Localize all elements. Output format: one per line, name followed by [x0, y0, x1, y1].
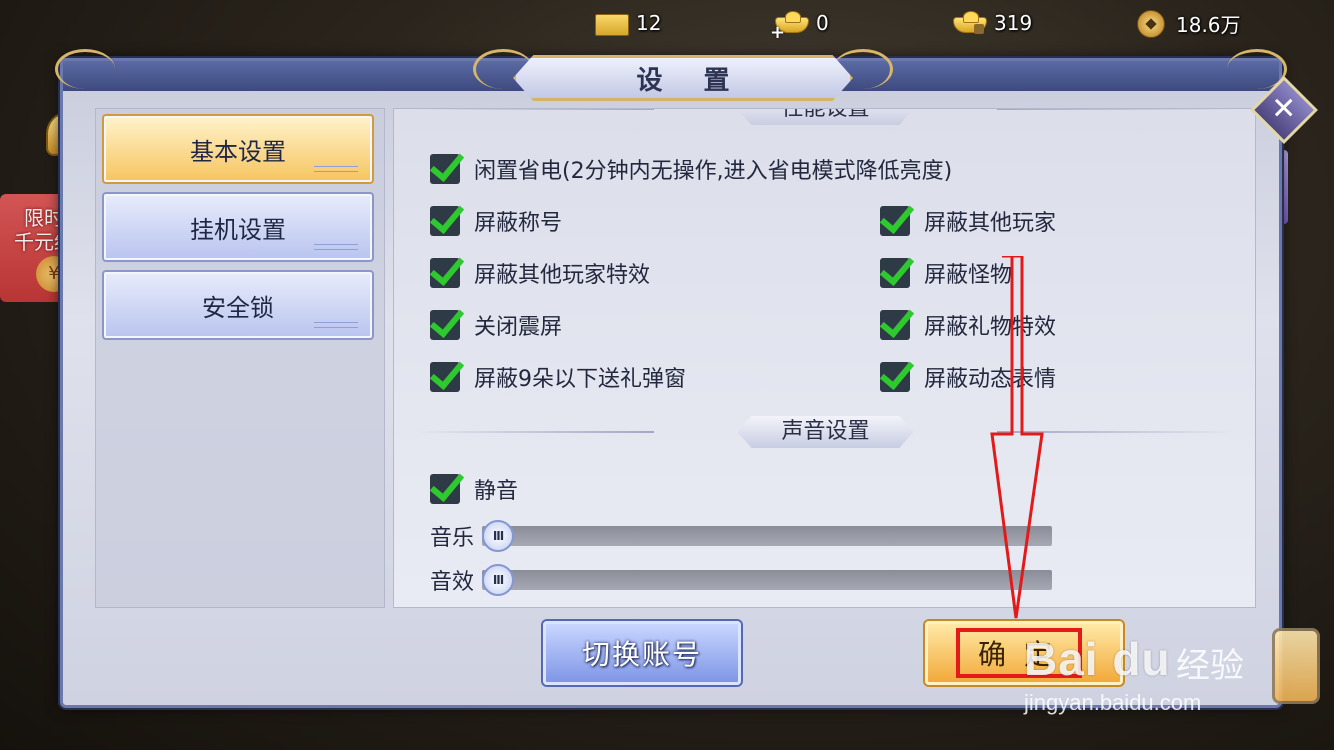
tab-label: 基本设置: [190, 137, 286, 166]
watermark-url: jingyan.baidu.com: [1024, 690, 1202, 715]
coin-count: 18.6万: [1176, 12, 1241, 37]
option-hide-small-gift-popups[interactable]: 屏蔽9朵以下送礼弹窗: [430, 359, 686, 395]
tab-label: 挂机设置: [190, 215, 286, 244]
checkbox-checked[interactable]: [880, 206, 910, 236]
checkbox-checked[interactable]: [880, 362, 910, 392]
tab-basic-settings[interactable]: 基本设置: [102, 114, 374, 184]
option-label: 屏蔽其他玩家: [924, 211, 1057, 236]
performance-section-header: 性能设置: [394, 109, 1255, 125]
sound-header: 声音设置: [737, 416, 914, 448]
option-label: 关闭震屏: [474, 315, 563, 340]
title-plate: 设 置: [513, 55, 853, 101]
coin-currency[interactable]: 18.6万: [1132, 6, 1241, 40]
effects-label: 音效: [430, 570, 475, 595]
effects-slider-row: 音效 III: [430, 564, 1053, 596]
tab-label: 安全锁: [202, 293, 274, 322]
option-mute[interactable]: 静音: [430, 471, 518, 507]
ornament-left: [55, 49, 115, 89]
option-hide-titles[interactable]: 屏蔽称号: [430, 203, 562, 239]
coin-icon: [1132, 8, 1172, 38]
option-label: 屏蔽其他玩家特效: [474, 263, 651, 288]
settings-menu: 基本设置 挂机设置 安全锁: [95, 108, 385, 608]
option-hide-player-effects[interactable]: 屏蔽其他玩家特效: [430, 255, 650, 291]
effects-slider-knob[interactable]: III: [482, 564, 515, 596]
ticket-icon: [592, 8, 632, 38]
locked-ingot-currency[interactable]: 319: [950, 6, 1032, 40]
option-disable-screen-shake[interactable]: 关闭震屏: [430, 307, 562, 343]
option-hide-other-players[interactable]: 屏蔽其他玩家: [880, 203, 1056, 239]
ingot-lock-icon: [950, 8, 990, 38]
settings-content: 性能设置 闲置省电(2分钟内无操作,进入省电模式降低亮度) 屏蔽称号 屏蔽其他玩…: [393, 108, 1256, 608]
checkbox-checked[interactable]: [430, 310, 460, 340]
music-slider-row: 音乐 III: [430, 520, 1053, 552]
tab-security-lock[interactable]: 安全锁: [102, 270, 374, 340]
ingot-plus-icon: +: [770, 8, 812, 43]
locked-ingot-count: 319: [994, 11, 1033, 35]
checkbox-checked[interactable]: [430, 258, 460, 288]
lantern-icon[interactable]: [1272, 628, 1320, 704]
music-slider-knob[interactable]: III: [482, 520, 515, 552]
effects-slider[interactable]: III: [482, 564, 1053, 596]
option-label: 屏蔽称号: [474, 211, 563, 236]
option-label: 闲置省电(2分钟内无操作,进入省电模式降低亮度): [474, 159, 953, 184]
dialog-title: 设 置: [636, 65, 746, 96]
switch-account-button[interactable]: 切换账号: [543, 621, 741, 685]
checkbox-checked[interactable]: [430, 474, 460, 504]
currency-bar: 12 + 0 319 18.6万: [0, 0, 1334, 46]
checkbox-checked[interactable]: [880, 310, 910, 340]
watermark-jingyan: 经验: [1176, 646, 1244, 686]
option-label: 屏蔽9朵以下送礼弹窗: [474, 367, 686, 392]
music-slider[interactable]: III: [482, 520, 1053, 552]
performance-header: 性能设置: [737, 109, 914, 125]
ticket-count: 12: [636, 11, 662, 35]
ticket-currency[interactable]: 12: [592, 6, 661, 40]
option-label: 静音: [474, 479, 519, 504]
sound-section-header: 声音设置: [394, 416, 1255, 448]
bound-ingot-currency[interactable]: + 0: [770, 6, 829, 43]
tab-idle-settings[interactable]: 挂机设置: [102, 192, 374, 262]
close-icon: ✕: [1271, 91, 1297, 127]
bound-ingot-count: 0: [816, 11, 829, 35]
annotation-arrow: [990, 256, 1044, 619]
checkbox-checked[interactable]: [430, 362, 460, 392]
music-label: 音乐: [430, 526, 475, 551]
checkbox-checked[interactable]: [880, 258, 910, 288]
baidu-logo: Bai du: [1024, 633, 1171, 685]
option-idle-power-save[interactable]: 闲置省电(2分钟内无操作,进入省电模式降低亮度): [430, 151, 952, 187]
settings-dialog: 设 置 基本设置 挂机设置 安全锁 性能设置 闲置省电(2分钟内无操作,进入省电…: [55, 49, 1287, 708]
checkbox-checked[interactable]: [430, 206, 460, 236]
switch-account-label: 切换账号: [581, 638, 702, 671]
checkbox-checked[interactable]: [430, 154, 460, 184]
